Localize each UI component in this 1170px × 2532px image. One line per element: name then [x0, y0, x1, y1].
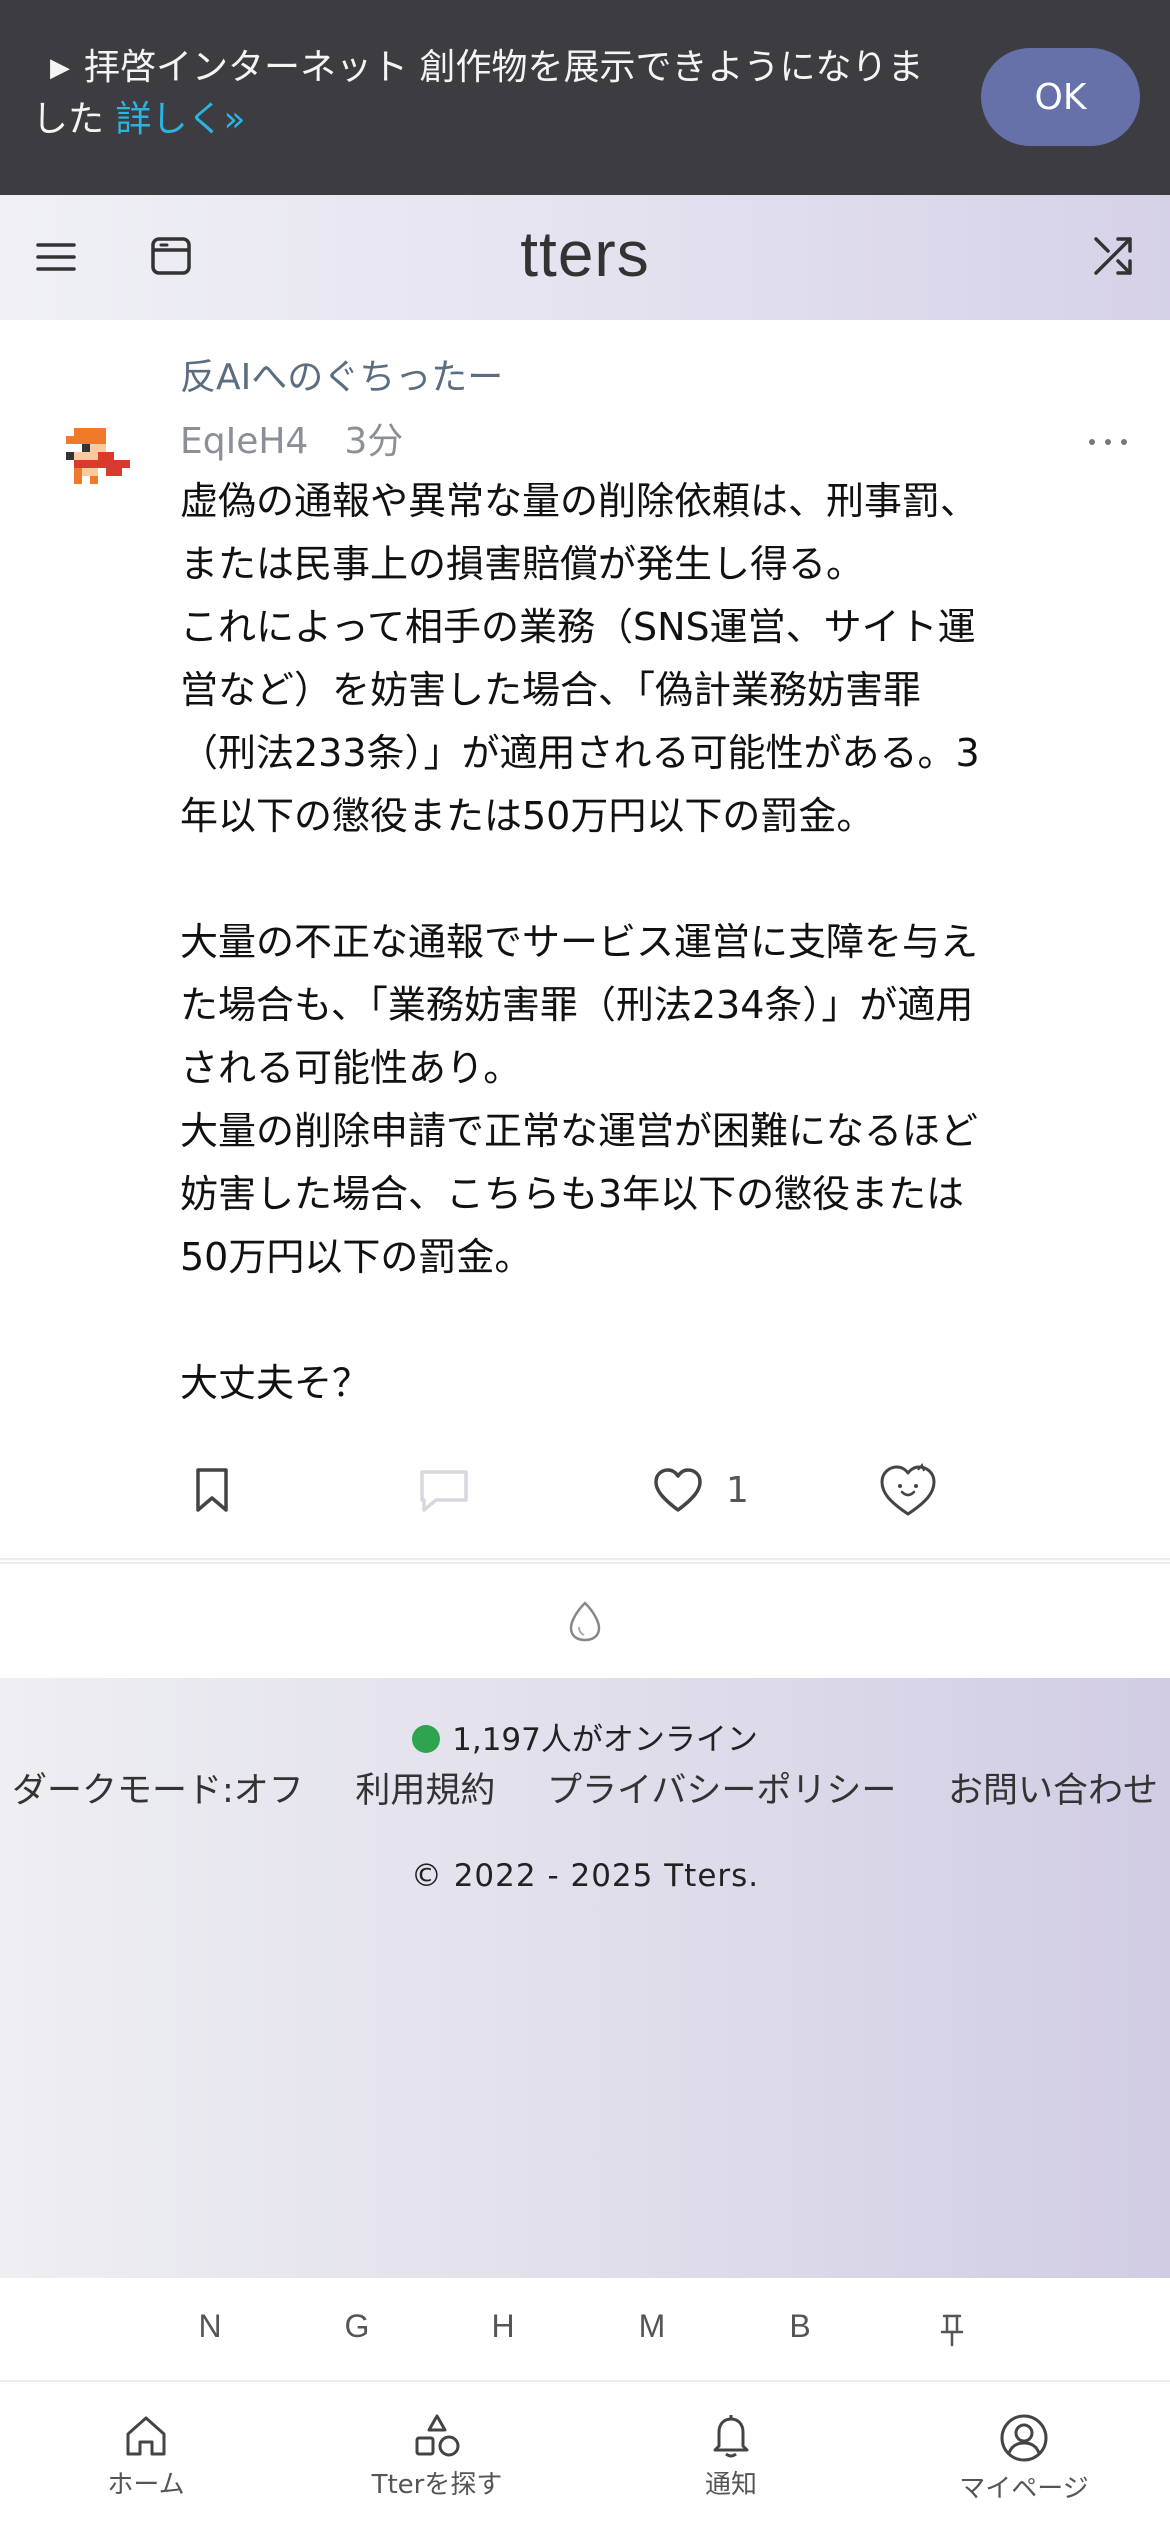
- play-triangle-icon: ▶: [50, 53, 70, 83]
- nav-notifications-label: 通知: [704, 2470, 757, 2500]
- terms-link[interactable]: 利用規約: [355, 1762, 495, 1813]
- nav-mypage-label: マイページ: [959, 2474, 1089, 2504]
- bookmark-button[interactable]: [192, 1450, 232, 1530]
- like-count: 1: [726, 1469, 749, 1511]
- author-name[interactable]: EqIeH4: [180, 421, 308, 462]
- post-meta: EqIeH4 3分: [180, 412, 403, 464]
- bookmark-icon: [196, 1468, 228, 1512]
- bell-icon: [713, 2415, 749, 2458]
- feed-loader: [0, 1562, 1170, 1678]
- shortcut-g[interactable]: G: [327, 2308, 387, 2345]
- shapes-icon: [415, 2414, 460, 2457]
- more-options-icon[interactable]: [1086, 432, 1130, 452]
- user-circle-icon: [1000, 2414, 1048, 2462]
- post-body-text: 虚偽の通報や異常な量の削除依頼は、刑事罰、 または民事上の損害賠償が発生し得る。…: [180, 479, 980, 1405]
- online-status: 1,197人がオンライン: [0, 1714, 1170, 1759]
- avatar[interactable]: [66, 428, 138, 508]
- comment-button[interactable]: [418, 1450, 470, 1530]
- privacy-policy-link[interactable]: プライバシーポリシー: [547, 1762, 896, 1813]
- egg-icon: [569, 1601, 601, 1642]
- app-logo[interactable]: tters: [0, 217, 1170, 291]
- contact-link[interactable]: お問い合わせ: [948, 1762, 1158, 1813]
- shortcut-n[interactable]: N: [180, 2308, 240, 2345]
- smiling-heart-icon: [880, 1462, 936, 1516]
- shortcut-b[interactable]: B: [770, 2308, 830, 2345]
- online-dot-icon: [412, 1725, 441, 1753]
- like-button[interactable]: 1: [652, 1450, 749, 1530]
- pin-icon[interactable]: [922, 2312, 982, 2356]
- shortcut-m[interactable]: M: [622, 2308, 682, 2345]
- banner-more-link[interactable]: 詳しく»: [115, 99, 245, 140]
- site-footer: 1,197人がオンライン ダークモード:オフ 利用規約 プライバシーポリシー お…: [0, 1678, 1170, 2278]
- home-icon: [126, 2416, 166, 2456]
- online-count: 1,197人がオンライン: [452, 1722, 758, 1758]
- app-header: tters: [0, 195, 1170, 320]
- shuffle-icon[interactable]: [1090, 233, 1136, 283]
- announcement-banner: ▶ 拝啓インターネット 創作物を展示できようになりました 詳しく» OK: [0, 0, 1170, 195]
- copyright: © 2022 - 2025 Tters.: [410, 1858, 760, 1894]
- dark-mode-toggle[interactable]: ダークモード:オフ: [12, 1762, 304, 1813]
- banner-message: ▶ 拝啓インターネット 創作物を展示できようになりました 詳しく»: [32, 42, 932, 146]
- post-source-community[interactable]: 反AIへのぐちったー: [180, 348, 503, 400]
- heart-icon: [654, 1468, 702, 1512]
- post-time[interactable]: 3分: [344, 421, 403, 462]
- nav-notifications[interactable]: 通知: [621, 2412, 841, 2501]
- nav-home[interactable]: ホーム: [36, 2412, 256, 2501]
- bottom-nav: ホーム Tterを探す 通知 マイページ: [0, 2384, 1170, 2532]
- banner-ok-button[interactable]: OK: [981, 48, 1140, 146]
- post-actions: 1: [0, 1450, 1170, 1530]
- shortcut-h[interactable]: H: [473, 2308, 533, 2345]
- nav-home-label: ホーム: [107, 2470, 185, 2500]
- nav-explore-label: Tterを探す: [371, 2470, 503, 2500]
- footer-links: ダークモード:オフ 利用規約 プライバシーポリシー お問い合わせ: [0, 1762, 1170, 1813]
- reaction-button[interactable]: [878, 1450, 938, 1530]
- shortcut-bar: N G H M B: [0, 2278, 1170, 2382]
- nav-explore[interactable]: Tterを探す: [327, 2412, 547, 2501]
- nav-mypage[interactable]: マイページ: [914, 2412, 1134, 2505]
- post-card[interactable]: 反AIへのぐちったー EqIeH4 3分 虚偽の通報や異常な量の削除依頼は、刑事罰…: [0, 320, 1170, 1560]
- comment-icon: [420, 1470, 468, 1512]
